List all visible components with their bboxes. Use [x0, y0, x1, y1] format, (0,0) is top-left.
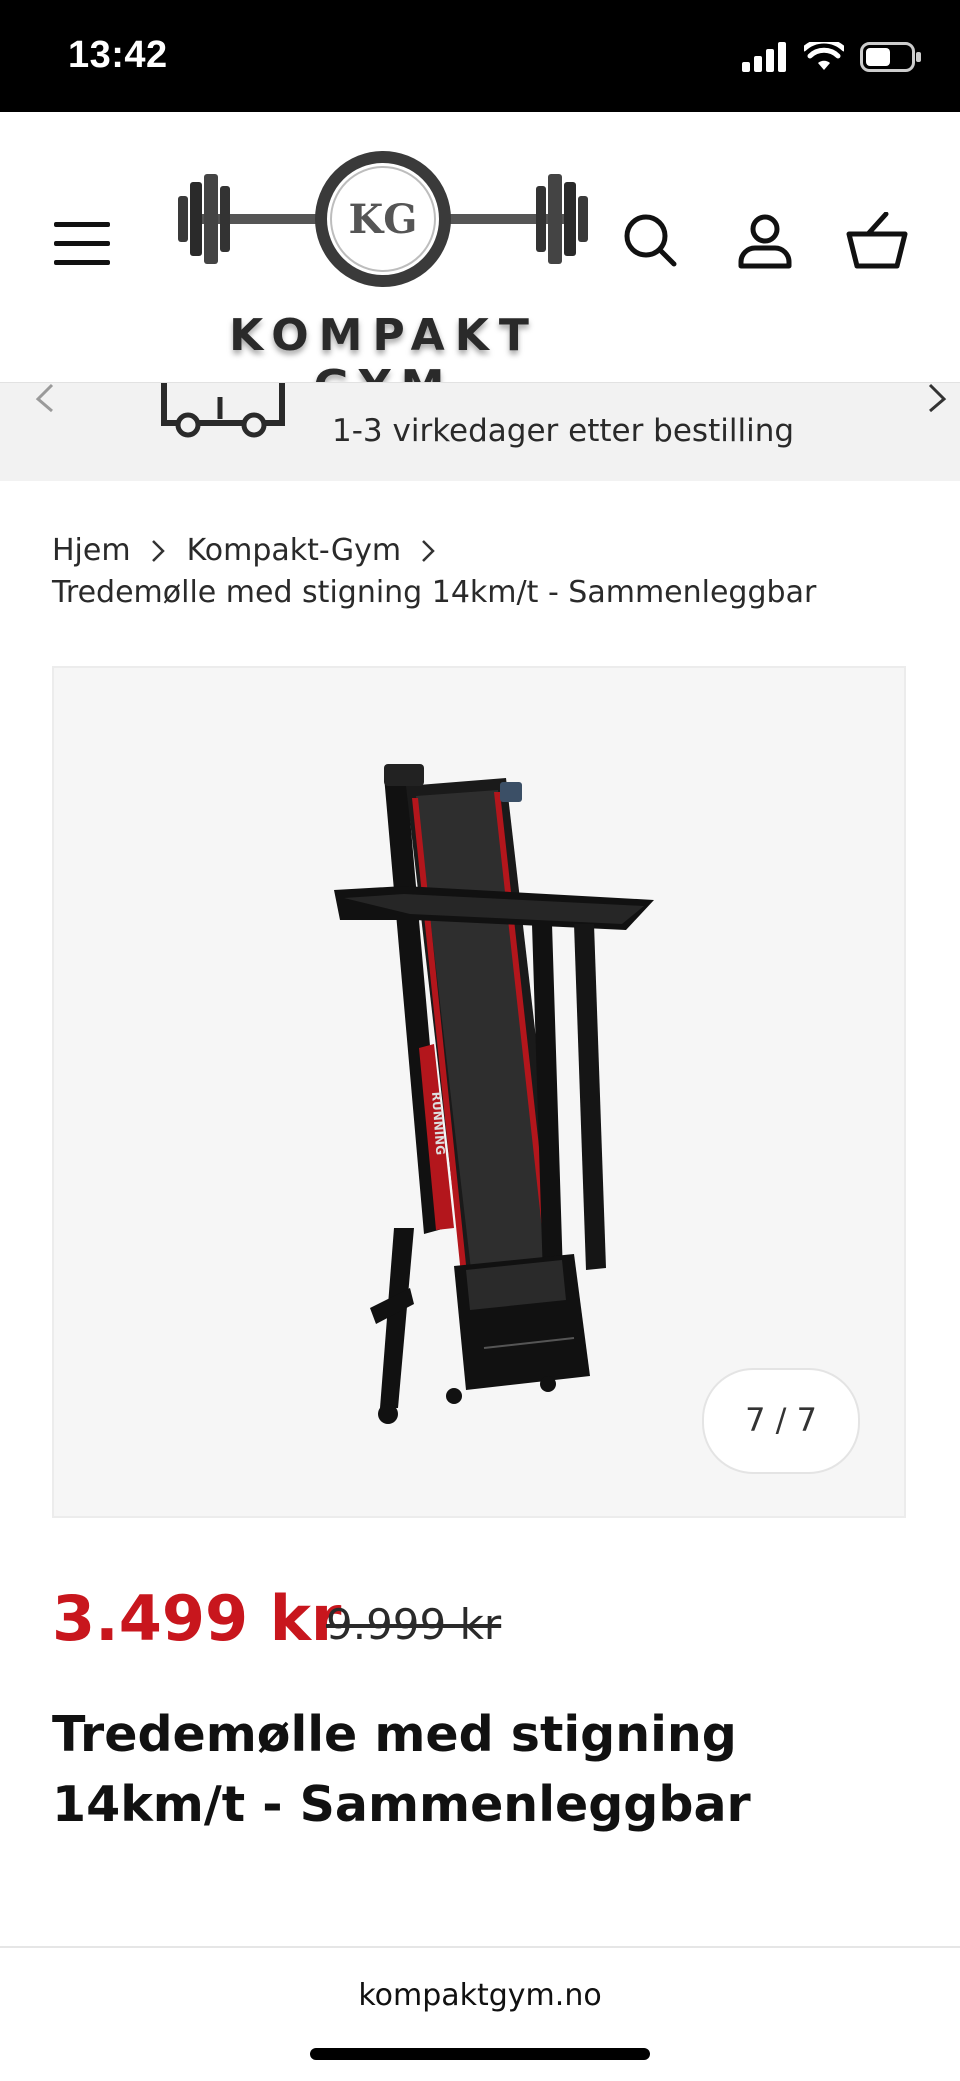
url-text[interactable]: kompaktgym.no [0, 1978, 960, 2013]
product-image-gallery[interactable]: RUNNING 7 / 7 [52, 666, 906, 1518]
compare-at-price: 9.999 kr [326, 1600, 502, 1649]
chevron-right-icon [151, 540, 165, 562]
browser-url-bar[interactable]: kompaktgym.no [0, 1946, 960, 2081]
announcement-bar: 1-3 virkedager etter bestilling [0, 382, 960, 481]
brand-logo[interactable]: KG KOMPAKT GYM [168, 134, 598, 412]
breadcrumb-home-link[interactable]: Hjem [52, 530, 131, 572]
sale-price: 3.499 kr [52, 1582, 342, 1655]
delivery-truck-icon [161, 383, 285, 438]
product-title: Tredemølle med stigning 14km/t - Sammenl… [52, 1706, 751, 1833]
chevron-right-icon [422, 540, 435, 562]
status-time: 13:42 [68, 34, 168, 76]
hamburger-icon-bar [54, 260, 110, 265]
home-indicator[interactable] [310, 2048, 650, 2060]
hamburger-icon-bar [54, 241, 110, 246]
breadcrumb-collection-link[interactable]: Kompakt-Gym [187, 530, 401, 572]
breadcrumb-current: Tredemølle med stigning 14km/t - Sammenl… [52, 575, 817, 610]
breadcrumb: Hjem Kompakt-Gym Tredemølle med stigning… [52, 530, 816, 614]
cart-basket-icon[interactable] [846, 212, 908, 270]
search-icon[interactable] [622, 212, 678, 268]
cellular-signal-icon [742, 42, 786, 72]
site-header: KG KOMPAKT GYM [0, 112, 960, 412]
chevron-left-icon[interactable] [14, 383, 74, 423]
menu-button[interactable] [54, 222, 110, 272]
logo-initials: KG [348, 196, 418, 243]
image-counter: 7 / 7 [702, 1368, 860, 1474]
announcement-text: 1-3 virkedager etter bestilling [332, 413, 795, 449]
status-icons [742, 42, 922, 72]
hamburger-icon-bar [54, 222, 110, 227]
chevron-right-icon[interactable] [908, 383, 960, 423]
battery-icon [860, 42, 921, 72]
account-icon[interactable] [736, 212, 794, 270]
status-bar: 13:42 [0, 0, 960, 112]
wifi-icon [804, 42, 844, 70]
